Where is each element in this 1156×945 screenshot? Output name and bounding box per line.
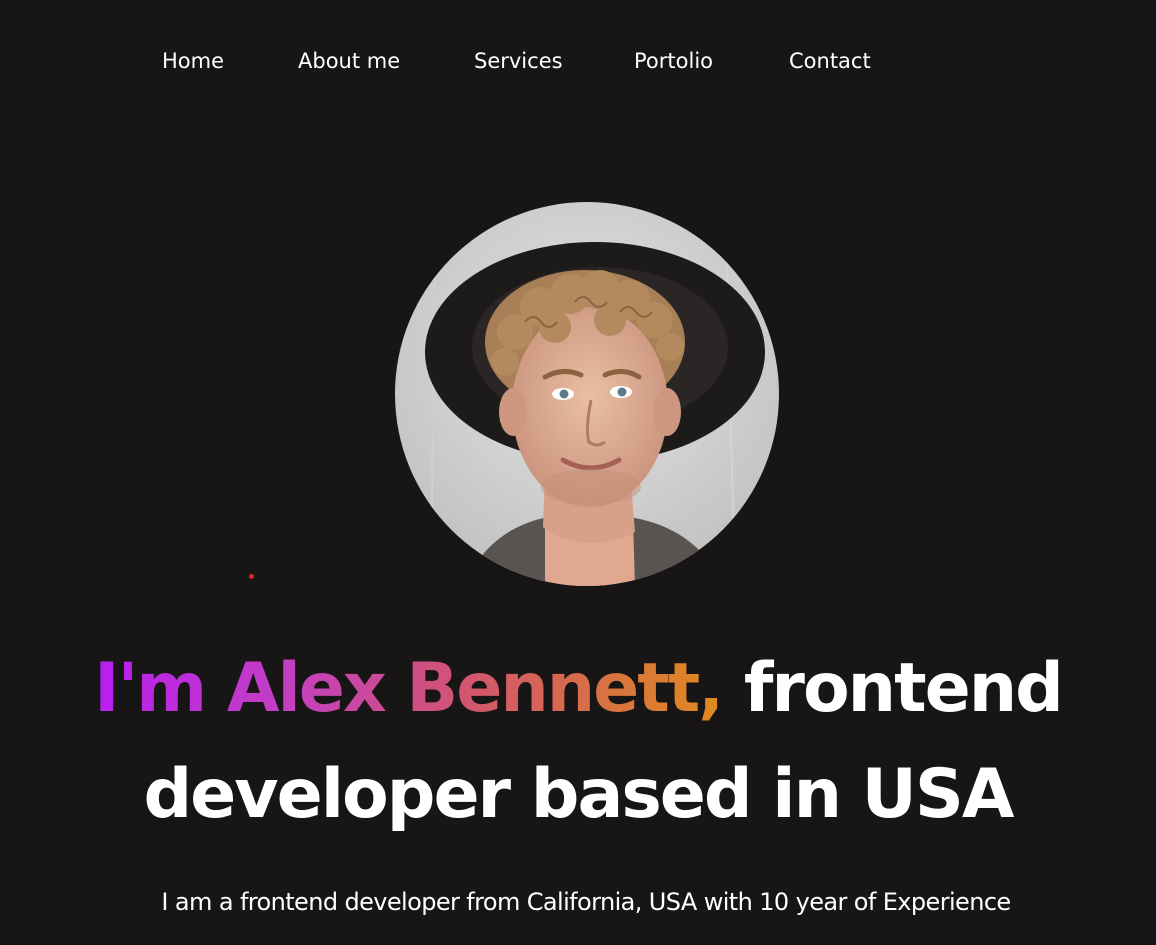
headline-line-2: developer based in USA <box>143 755 1015 834</box>
profile-avatar <box>395 202 779 586</box>
headline-name: I'm Alex Bennett, <box>94 649 724 728</box>
headline-line-1: I'm Alex Bennett, frontend <box>0 636 1156 742</box>
nav-link-portfolio[interactable]: Portolio <box>634 44 713 78</box>
main-navigation: Home About me Services Portolio Contact <box>0 44 1156 78</box>
headline-role: frontend <box>743 649 1064 728</box>
nav-link-home[interactable]: Home <box>162 44 224 78</box>
nav-link-contact[interactable]: Contact <box>789 44 871 78</box>
nav-link-about-me[interactable]: About me <box>298 44 400 78</box>
decorative-dot <box>249 574 254 579</box>
nav-link-services[interactable]: Services <box>474 44 563 78</box>
hero-headline: I'm Alex Bennett, frontend developer bas… <box>0 636 1156 848</box>
hero-subtitle: I am a frontend developer from Californi… <box>161 888 1011 916</box>
profile-photo-icon <box>395 202 779 586</box>
portfolio-page: Home About me Services Portolio Contact <box>0 0 1156 945</box>
